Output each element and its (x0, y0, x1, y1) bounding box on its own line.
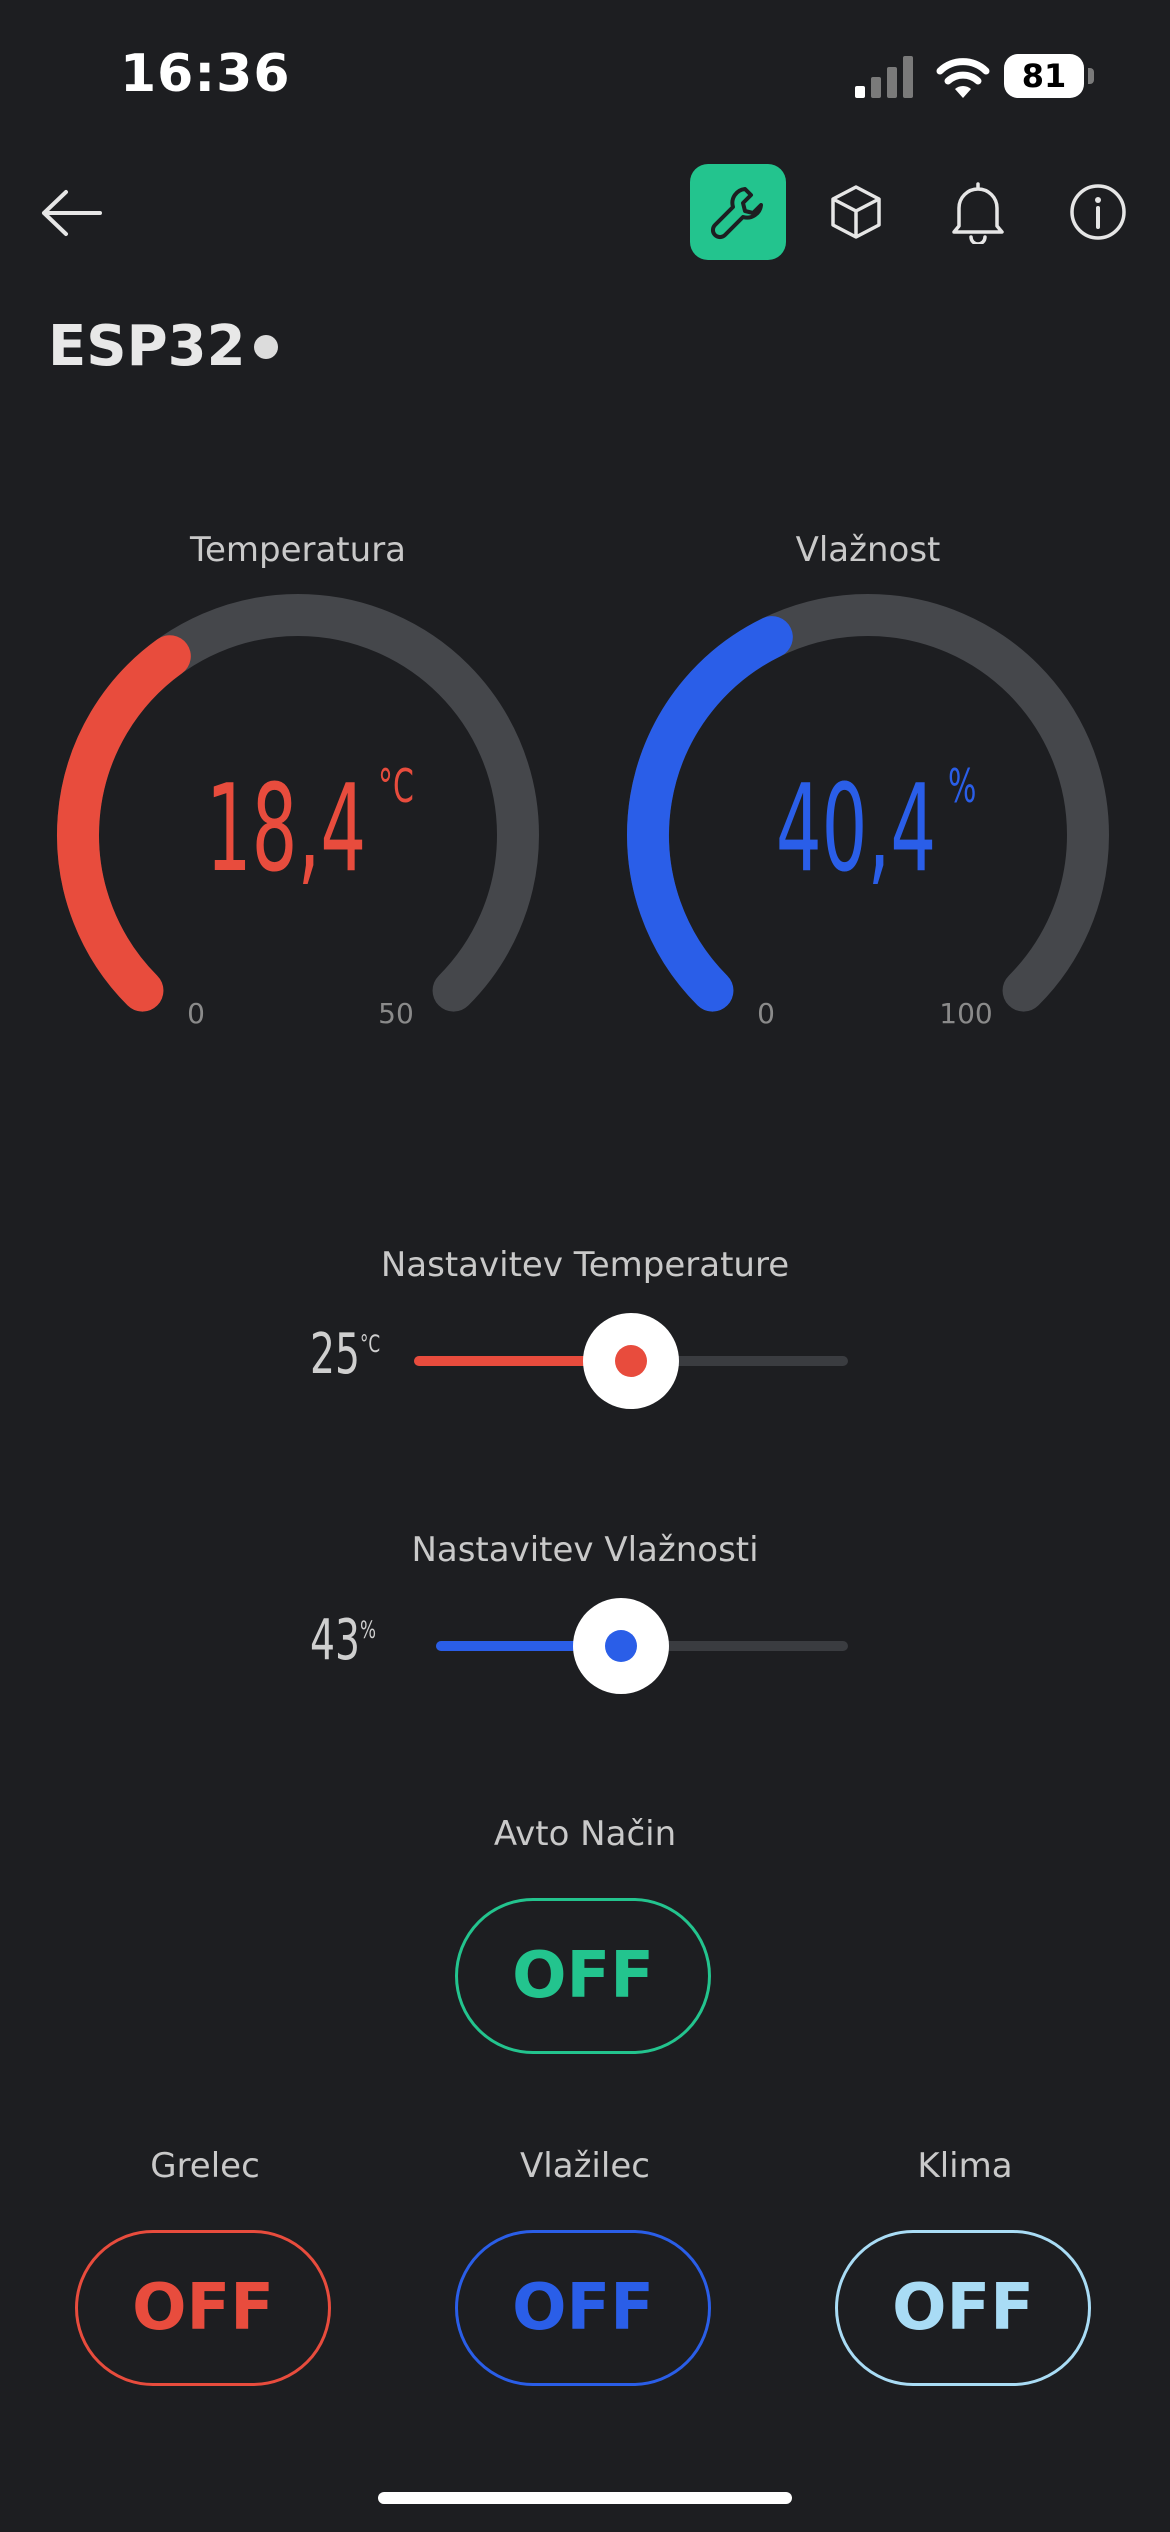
humidifier-toggle[interactable]: OFF (455, 2230, 711, 2386)
gauge-value: 40,4 (776, 760, 936, 899)
battery-level: 81 (1021, 57, 1067, 95)
slider-label-temperature: Nastavitev Temperature (380, 1245, 790, 1285)
temperature-gauge: 18,4 °C 0 50 (57, 594, 539, 1030)
gauge-unit: % (948, 760, 976, 813)
heater-toggle[interactable]: OFF (75, 2230, 331, 2386)
slider-knob-humidity[interactable] (573, 1598, 670, 1694)
wifi-icon (936, 58, 990, 98)
slider-value-temperature: 25°C (310, 1322, 381, 1387)
slider-knob-temperature[interactable] (583, 1313, 679, 1409)
gauge-max-label: 100 (939, 997, 992, 1030)
cellular-signal-icon (855, 56, 913, 98)
gauge-unit: °C (378, 760, 414, 813)
gauge-label-temperature: Temperatura (189, 530, 407, 570)
gauge-value: 18,4 (206, 760, 366, 899)
info-icon (1070, 184, 1126, 240)
info-button[interactable] (1050, 164, 1146, 260)
back-arrow-icon[interactable] (40, 188, 104, 238)
bell-icon (952, 182, 1004, 244)
switch-label-ac: Klima (917, 2146, 1013, 2186)
device-status-dot (254, 335, 278, 359)
humidity-gauge: 40,4 % 0 100 (627, 594, 1109, 1030)
battery-indicator: 81 (1004, 54, 1094, 98)
device-title: ESP32 (48, 314, 246, 379)
auto-mode-label: Avto Način (493, 1814, 677, 1854)
notifications-button[interactable] (930, 164, 1026, 260)
slider-knob-dot (605, 1630, 638, 1662)
gauge-value-arc (57, 635, 191, 1012)
wrench-icon (710, 187, 763, 240)
cube-button[interactable] (808, 164, 904, 260)
gauge-min-label: 0 (757, 997, 775, 1030)
gauge-value-arc (627, 616, 793, 1012)
switch-label-humidifier: Vlažilec (520, 2146, 650, 2186)
ac-toggle[interactable]: OFF (835, 2230, 1091, 2386)
status-time: 16:36 (120, 44, 291, 104)
wrench-button[interactable] (690, 164, 786, 260)
slider-knob-dot (615, 1345, 647, 1377)
gauge-label-humidity: Vlažnost (795, 530, 941, 570)
switch-label-heater: Grelec (150, 2146, 260, 2186)
auto-mode-toggle[interactable]: OFF (455, 1898, 711, 2054)
slider-value-humidity: 43% (310, 1608, 377, 1673)
slider-label-humidity: Nastavitev Vlažnosti (411, 1530, 759, 1570)
gauge-max-label: 50 (378, 997, 414, 1030)
gauge-min-label: 0 (187, 997, 205, 1030)
cube-icon (831, 185, 881, 239)
home-indicator[interactable] (378, 2492, 792, 2504)
